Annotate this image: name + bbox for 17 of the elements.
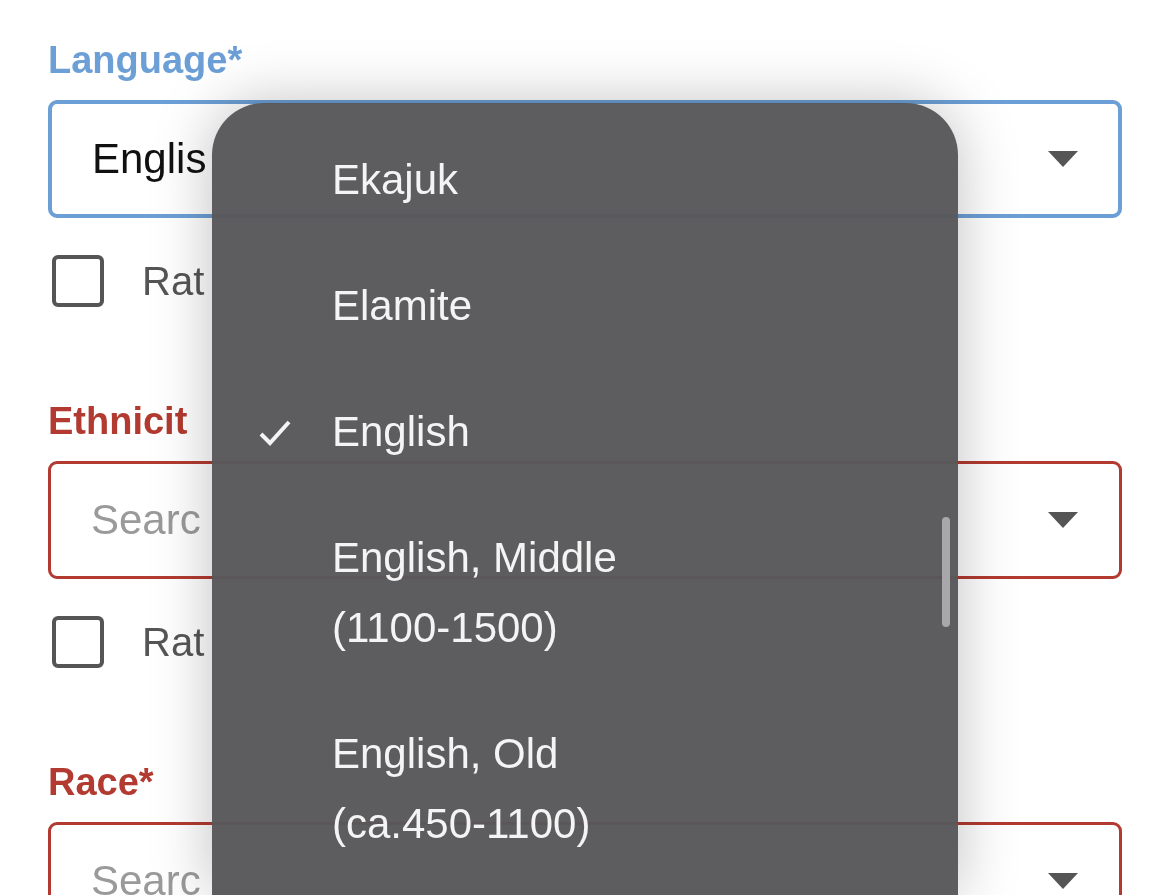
field-label: Ethnicit	[48, 399, 188, 443]
dropdown-option[interactable]: English	[212, 369, 958, 495]
dropdown-option[interactable]: English, Middle (1100-1500)	[212, 495, 958, 691]
scrollbar[interactable]	[942, 517, 950, 627]
caret-icon	[1048, 151, 1078, 167]
field-label: Race*	[48, 760, 154, 804]
dropdown-option[interactable]: English, Old (ca.450-1100)	[212, 691, 958, 887]
checkmark-icon	[258, 419, 292, 447]
checkbox[interactable]	[52, 255, 104, 307]
checkbox-label: Rat	[142, 258, 205, 305]
checkbox[interactable]	[52, 616, 104, 668]
caret-icon	[1048, 873, 1078, 889]
dropdown-option[interactable]: Ekajuk	[212, 117, 958, 243]
caret-icon	[1048, 512, 1078, 528]
field-label: Language*	[48, 38, 243, 82]
checkbox-label: Rat	[142, 619, 205, 666]
dropdown-option[interactable]: Elamite	[212, 243, 958, 369]
